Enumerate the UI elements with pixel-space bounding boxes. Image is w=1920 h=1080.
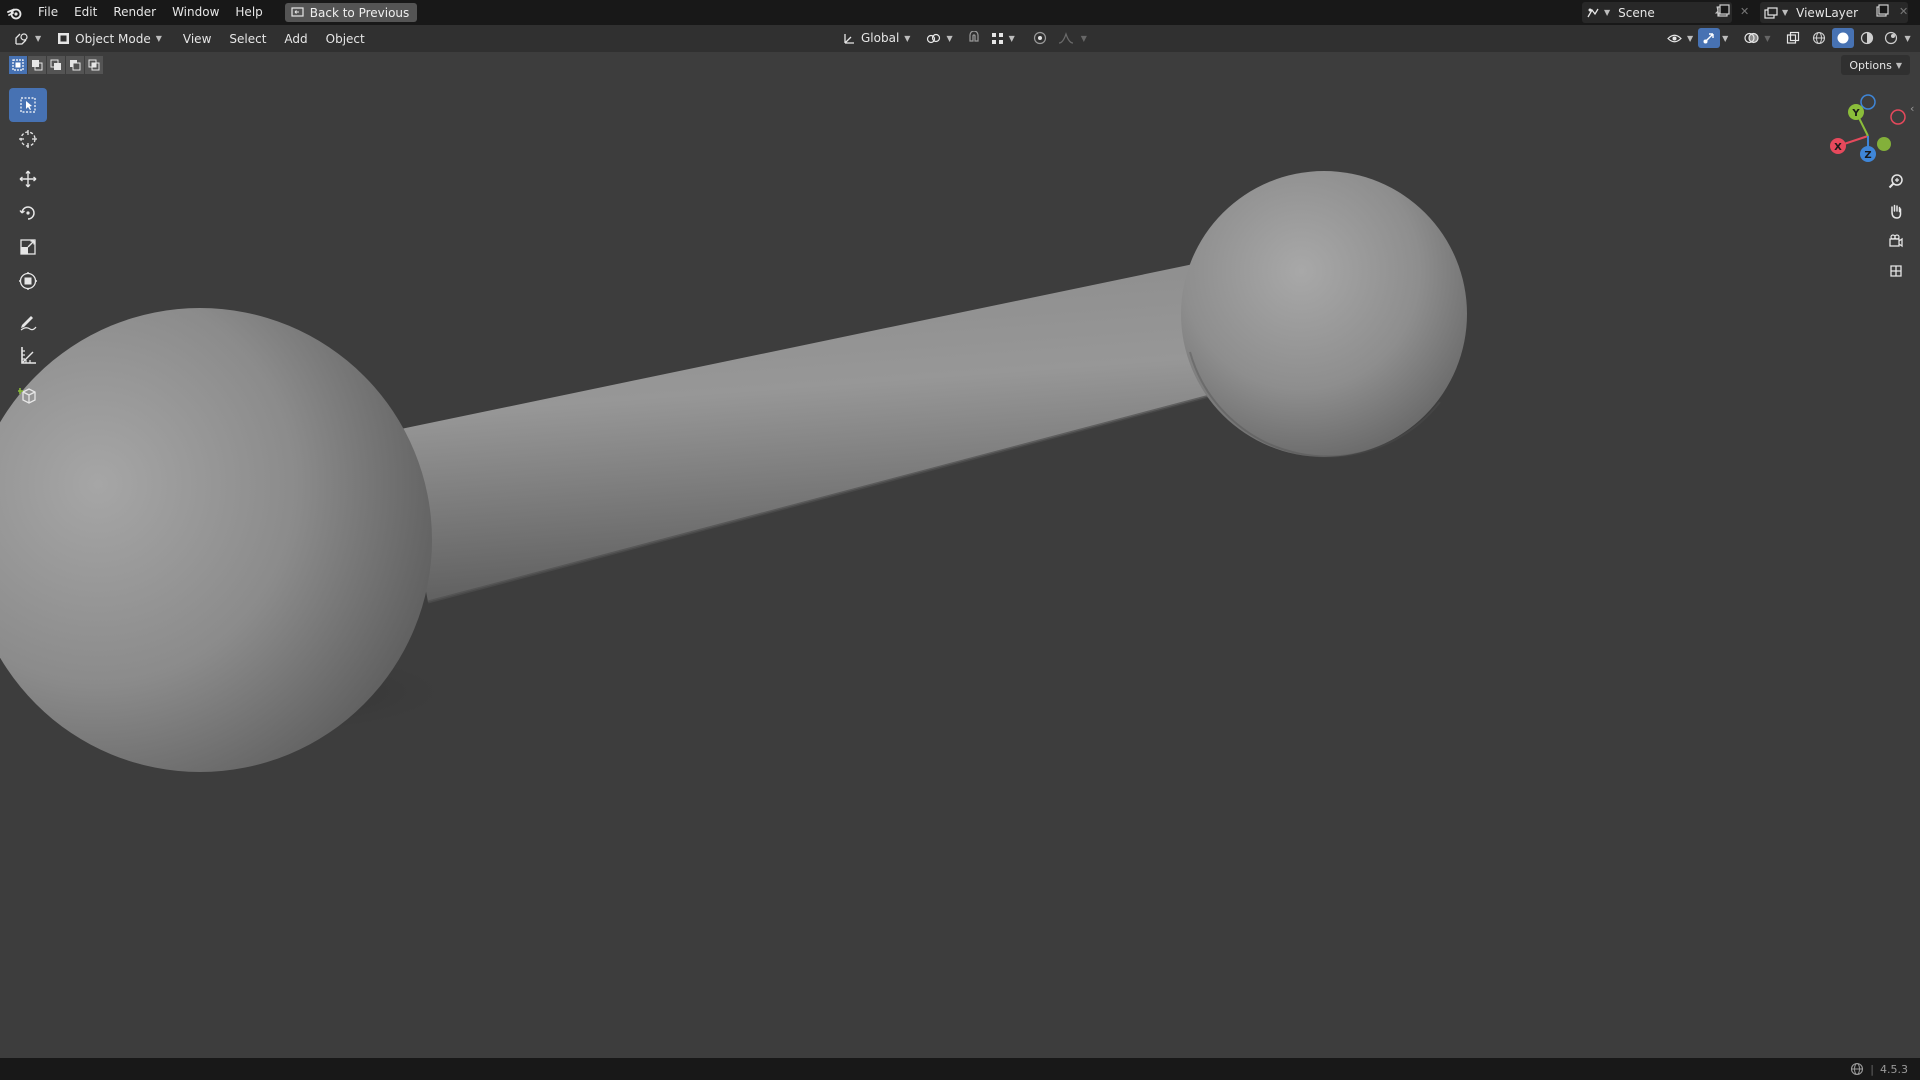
pivot-icon [927,33,941,43]
gizmo-neg-x-icon[interactable] [1890,109,1906,125]
camera-view-icon[interactable] [1882,228,1910,254]
options-caret-icon: ▼ [1895,60,1902,70]
top-bar: File Edit Render Window Help Back to Pre… [0,0,1920,25]
viewport-header: ▼ Object Mode ▼ View Select Add Object G… [0,25,1920,52]
status-bar: | 4.5.3 [0,1058,1920,1080]
editor-type-icon [15,32,28,45]
back-screen-icon [291,7,304,17]
mode-label: Object Mode [75,31,151,46]
network-globe-icon[interactable] [1850,1062,1864,1076]
menu-view[interactable]: View [174,32,220,46]
wireframe-shading-icon[interactable] [1808,28,1830,48]
zoom-icon[interactable] [1882,168,1910,194]
connector-rod[interactable] [396,256,1245,604]
gizmo-y-label: Y [1851,108,1860,119]
blender-logo-icon[interactable] [0,0,30,25]
orthographic-grid-icon[interactable] [1882,258,1910,284]
editor-type-selector[interactable]: ▼ [8,29,47,49]
select-extend-icon[interactable] [28,56,46,74]
menu-edit[interactable]: Edit [66,0,105,25]
add-cube-tool-icon[interactable] [9,378,47,412]
gizmo-caret-icon[interactable]: ▼ [1722,34,1728,43]
back-to-previous-button[interactable]: Back to Previous [284,3,418,22]
falloff-caret-icon[interactable]: ▼ [1081,34,1087,43]
gizmo-x-label: X [1834,142,1842,153]
annotate-tool-icon[interactable] [9,304,47,338]
delete-view-layer-icon[interactable]: ✕ [1899,5,1908,18]
transform-tool-icon[interactable] [9,264,47,298]
new-scene-icon[interactable] [1716,4,1730,21]
scene-icon[interactable] [1582,3,1604,23]
visibility-selector[interactable]: ▼ [1664,28,1696,48]
rotate-tool-icon[interactable] [9,196,47,230]
tool-shelf [9,88,47,412]
status-separator: | [1870,1062,1874,1076]
select-subtract-icon[interactable] [47,56,65,74]
back-to-previous-label: Back to Previous [309,5,410,20]
mode-selector[interactable]: Object Mode ▼ [51,29,168,49]
snap-increment-icon [991,32,1003,44]
measure-tool-icon[interactable] [9,338,47,372]
scale-tool-icon[interactable] [9,230,47,264]
select-box-tool-icon[interactable] [9,88,47,122]
rendered-shading-icon[interactable] [1880,28,1902,48]
orientation-label: Global [861,31,900,45]
menu-file[interactable]: File [30,0,66,25]
right-sphere[interactable] [1181,171,1467,458]
overlays-caret-icon[interactable]: ▼ [1764,34,1770,43]
navigation-gizmo[interactable]: X Y Z [1826,92,1910,176]
material-preview-shading-icon[interactable] [1856,28,1878,48]
menu-select[interactable]: Select [220,32,275,46]
proportional-editing-icon[interactable] [1029,28,1051,48]
snap-target-selector[interactable]: ▼ [989,28,1017,48]
select-invert-icon[interactable] [66,56,84,74]
viewport-scene [0,171,1467,772]
view-layer-name-field[interactable]: ViewLayer [1788,6,1866,20]
gizmo-toggle-icon[interactable] [1698,28,1721,48]
editor-type-caret-icon: ▼ [35,34,42,43]
pan-hand-icon[interactable] [1882,198,1910,224]
menu-add[interactable]: Add [275,32,316,46]
sidebar-toggle-icon[interactable]: ‹ [1910,102,1914,115]
new-view-layer-icon[interactable] [1875,4,1889,21]
cursor-tool-icon[interactable] [9,122,47,156]
xray-toggle-icon[interactable] [1782,28,1804,48]
menu-render[interactable]: Render [105,0,164,25]
gizmo-neg-y-icon[interactable] [1877,137,1891,151]
menu-window[interactable]: Window [164,0,227,25]
falloff-curve-icon[interactable] [1055,28,1077,48]
scene-selector[interactable]: ▼ Scene [1582,2,1732,23]
snap-caret-icon: ▼ [1008,33,1015,43]
object-mode-icon [58,33,70,44]
mode-caret-icon: ▼ [155,34,162,43]
select-intersect-icon[interactable] [85,56,103,74]
orientation-axes-icon [844,33,854,44]
view-layer-icon[interactable] [1760,3,1782,23]
eye-icon [1667,34,1682,42]
version-label: 4.5.3 [1880,1062,1908,1076]
menu-object[interactable]: Object [317,32,374,46]
snap-toggle-icon[interactable] [963,28,985,48]
shading-caret-icon[interactable]: ▼ [1904,34,1910,43]
options-label: Options [1849,58,1892,72]
pivot-point-selector[interactable]: ▼ [920,28,958,48]
gizmo-z-label: Z [1864,150,1871,161]
orientation-caret-icon: ▼ [904,33,911,43]
3d-viewport[interactable]: Options ▼ X Y Z ‹ [0,52,1920,1058]
gizmo-neg-z-icon[interactable] [1860,94,1876,110]
transform-orientation-selector[interactable]: Global ▼ [836,28,916,48]
pivot-caret-icon: ▼ [946,33,953,43]
menu-help[interactable]: Help [227,0,270,25]
move-tool-icon[interactable] [9,162,47,196]
options-dropdown[interactable]: Options ▼ [1841,55,1910,75]
visibility-caret-icon: ▼ [1687,33,1694,43]
delete-scene-icon[interactable]: ✕ [1740,5,1749,18]
navigation-tools [1882,168,1910,284]
solid-shading-icon[interactable] [1832,28,1855,48]
overlays-toggle-icon[interactable] [1740,28,1762,48]
select-new-icon[interactable] [9,56,27,74]
selection-mode-group [9,56,103,74]
scene-name-field[interactable]: Scene [1610,6,1663,20]
shading-mode-group: ▼ [1808,28,1911,48]
